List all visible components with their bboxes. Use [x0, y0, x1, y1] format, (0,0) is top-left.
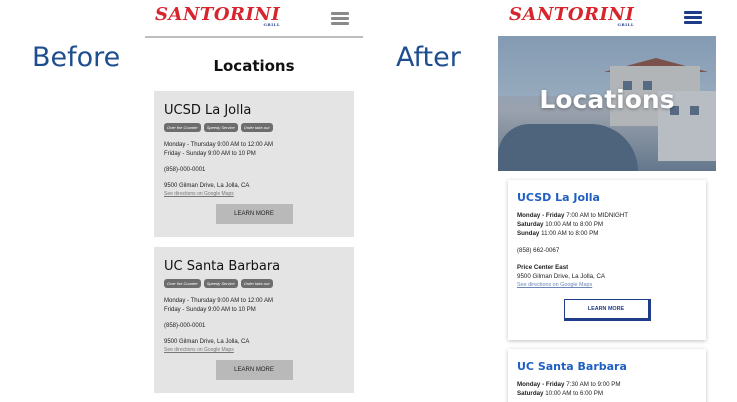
learn-more-button[interactable]: LEARN MORE — [215, 204, 293, 224]
phone-number[interactable]: (858)-000-0001 — [164, 322, 344, 331]
tag-order-take-out: Order take-out — [240, 123, 273, 132]
tag-speedy-service: Speedy Service — [203, 279, 238, 288]
place-name: Price Center East — [517, 264, 569, 271]
phone-number[interactable]: (858)-000-0001 — [164, 166, 344, 175]
tag-speedy-service: Speedy Service — [203, 123, 238, 132]
hours-line: Saturday 10:00 AM to 8:00 PM — [517, 221, 604, 228]
before-label: Before — [32, 42, 121, 73]
hours-line: Friday - Sunday 9:00 AM to 10 PM — [164, 151, 256, 157]
tag-over-the-counter: Over the Counter — [164, 123, 201, 132]
hours-line: Monday - Friday 7:00 AM to MIDNIGHT — [517, 212, 629, 219]
hours-line: Friday - Sunday 9:00 AM to 10 PM — [164, 307, 256, 313]
hours-line: Monday - Thursday 9:00 AM to 12:00 AM — [164, 298, 273, 304]
location-card: UC Santa Barbara Over the Counter Speedy… — [154, 247, 354, 393]
service-tags: Over the Counter Speedy Service Order ta… — [164, 279, 344, 288]
hours-line: Monday - Thursday 9:00 AM to 12:00 AM — [164, 142, 273, 148]
logo-text: SANTORINI — [155, 4, 281, 25]
page-title: Locations — [213, 57, 295, 75]
tag-order-take-out: Order take-out — [240, 279, 273, 288]
address: 9500 Gilman Drive, La Jolla, CA — [164, 339, 250, 345]
hours-line: Monday - Friday 7:30 AM to 9:00 PM — [517, 381, 621, 388]
location-name[interactable]: UC Santa Barbara — [517, 360, 697, 373]
after-label: After — [396, 42, 461, 73]
logo[interactable]: SANTORINI GRILL — [509, 4, 634, 27]
hamburger-menu-icon[interactable] — [331, 12, 349, 26]
wireframe-screen: SANTORINI GRILL Locations UCSD La Jolla … — [145, 0, 363, 402]
final-screen: SANTORINI GRILL Locations UCSD La Jolla … — [498, 0, 716, 402]
hours-line: Sunday 11:00 AM to 8:00 PM — [517, 230, 599, 237]
hours-line: Saturday 10:00 AM to 6:00 PM — [517, 390, 604, 397]
service-tags: Over the Counter Speedy Service Order ta… — [164, 123, 344, 132]
logo[interactable]: SANTORINI GRILL — [155, 4, 280, 27]
location-card: UCSD La Jolla Over the Counter Speedy Se… — [154, 91, 354, 237]
directions-link[interactable]: See directions on Google Maps — [517, 281, 697, 290]
location-name[interactable]: UCSD La Jolla — [517, 191, 697, 204]
site-header: SANTORINI GRILL — [498, 0, 716, 36]
tag-over-the-counter: Over the Counter — [164, 279, 201, 288]
address: 9500 Gilman Drive, La Jolla, CA — [517, 273, 606, 280]
location-card: UCSD La Jolla Monday - Friday 7:00 AM to… — [508, 180, 706, 340]
phone-number[interactable]: (858) 662-0067 — [517, 246, 697, 255]
location-card: UC Santa Barbara Monday - Friday 7:30 AM… — [508, 349, 706, 402]
logo-text: SANTORINI — [509, 4, 635, 25]
wireframe-header: SANTORINI GRILL — [145, 0, 363, 38]
address: 9500 Gilman Drive, La Jolla, CA — [164, 183, 250, 189]
learn-more-button[interactable]: LEARN MORE — [215, 360, 293, 380]
learn-more-button[interactable]: LEARN MORE — [563, 299, 651, 321]
location-name: UC Santa Barbara — [164, 259, 281, 274]
hero-title: Locations — [539, 85, 675, 114]
directions-link[interactable]: See directions on Google Maps — [164, 347, 344, 353]
location-name: UCSD La Jolla — [164, 103, 252, 118]
hero-banner: Locations — [498, 36, 716, 171]
hamburger-menu-icon[interactable] — [684, 11, 702, 25]
directions-link[interactable]: See directions on Google Maps — [164, 191, 344, 197]
